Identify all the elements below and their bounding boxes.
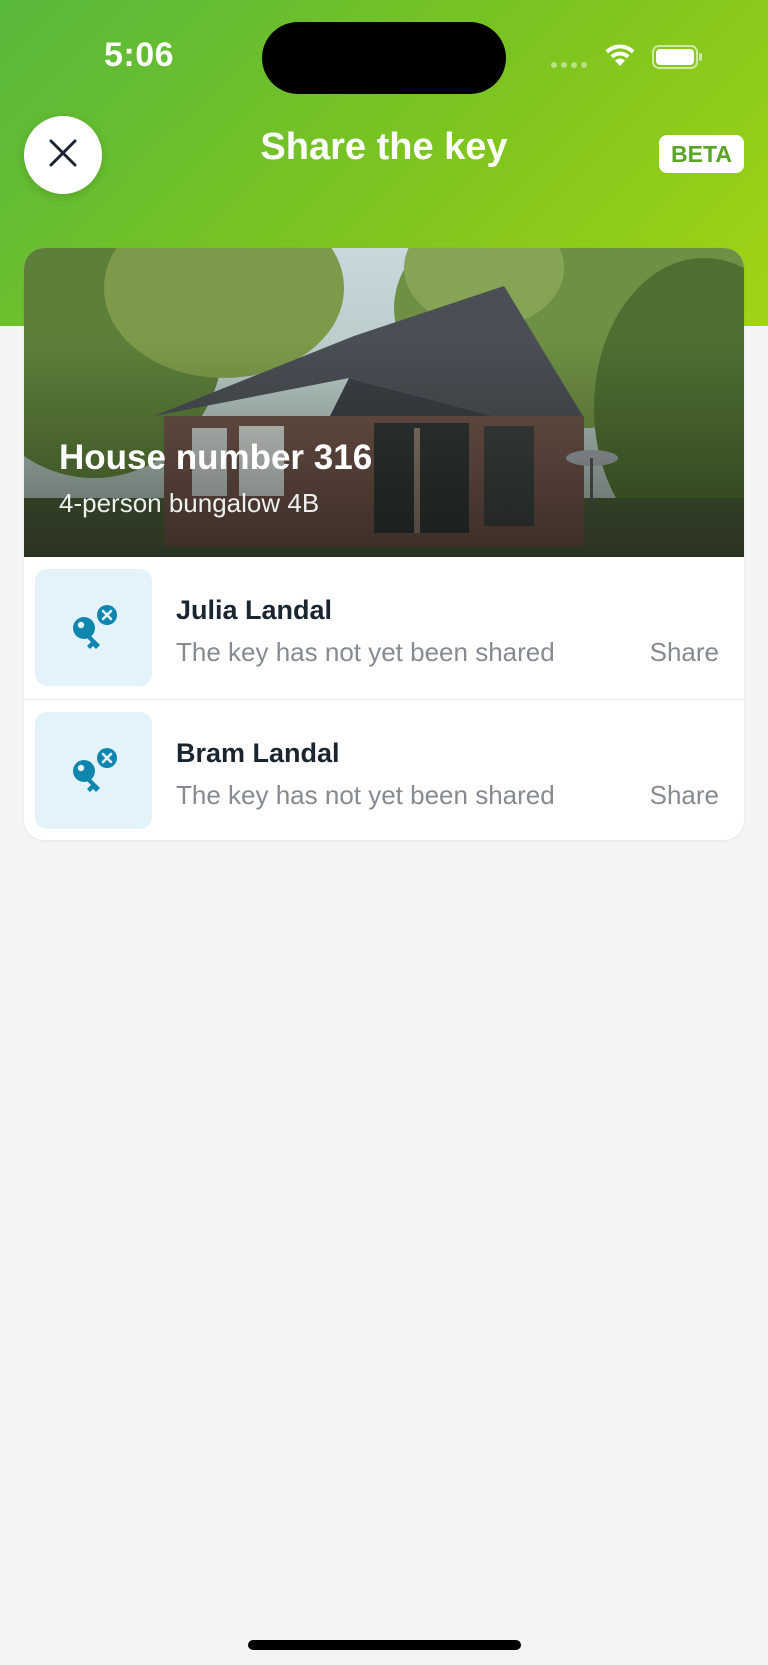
wifi-icon bbox=[603, 42, 637, 73]
property-subtitle: 4-person bungalow 4B bbox=[59, 488, 320, 518]
share-button[interactable]: Share bbox=[650, 780, 719, 811]
home-indicator[interactable] bbox=[248, 1640, 521, 1650]
status-time: 5:06 bbox=[104, 36, 175, 74]
dynamic-island bbox=[262, 22, 506, 94]
share-button[interactable]: Share bbox=[650, 637, 719, 668]
key-unshared-icon bbox=[35, 569, 152, 686]
property-photo: House number 316 4-person bungalow 4B bbox=[24, 248, 744, 557]
beta-badge: BETA bbox=[659, 135, 744, 173]
property-card: House number 316 4-person bungalow 4B Ju… bbox=[24, 248, 744, 840]
key-unshared-icon bbox=[35, 712, 152, 829]
battery-icon bbox=[652, 45, 702, 69]
recipient-row[interactable]: Bram Landal The key has not yet been sha… bbox=[24, 700, 744, 840]
page-title: Share the key bbox=[260, 126, 508, 168]
recipient-row[interactable]: Julia Landal The key has not yet been sh… bbox=[24, 557, 744, 700]
recipient-name: Julia Landal bbox=[176, 595, 333, 625]
property-title: House number 316 bbox=[59, 438, 373, 477]
recipient-status: The key has not yet been shared bbox=[176, 780, 555, 810]
recipient-status: The key has not yet been shared bbox=[176, 637, 555, 667]
cellular-signal-icon bbox=[551, 62, 587, 68]
recipient-name: Bram Landal bbox=[176, 738, 340, 768]
